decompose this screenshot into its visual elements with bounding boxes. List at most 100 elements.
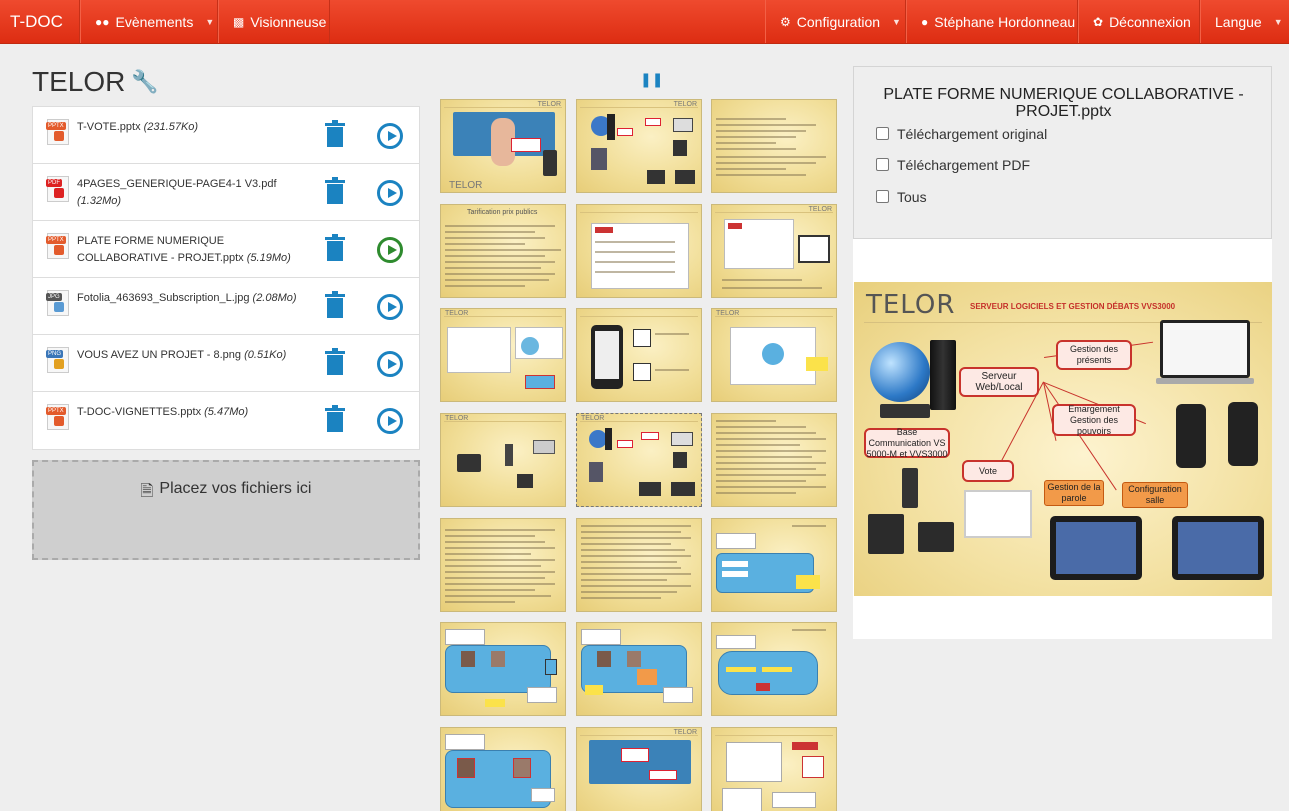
nav-user-label: Stéphane Hordonneau — [934, 13, 1076, 30]
file-dropzone[interactable]: 🗎 Placez vos fichiers ici — [32, 460, 420, 560]
slide-thumbnail[interactable]: TELOR TELOR — [440, 99, 566, 193]
phone-icon — [1176, 404, 1206, 468]
nav-logout-label: Déconnexion — [1109, 13, 1191, 30]
nav-config-dropdown[interactable]: ⚙ Configuration ▼ — [765, 0, 906, 43]
laptop-icon — [1160, 320, 1250, 378]
gestion-parole-label: Gestion de la parole — [1044, 480, 1104, 506]
nav-events-dropdown[interactable]: ●● Evènements ▼ — [80, 0, 218, 43]
page-title-text: TELOR — [32, 66, 126, 97]
play-icon[interactable] — [377, 294, 403, 320]
laptop-icon — [964, 490, 1032, 538]
thumb-logo: TELOR — [445, 310, 469, 317]
trash-icon[interactable] — [325, 291, 345, 318]
thumb-logo: TELOR — [673, 101, 697, 108]
slide-thumbnail[interactable]: TELOR — [576, 727, 702, 811]
tablet-screen — [1178, 522, 1258, 574]
download-all-checkbox[interactable] — [876, 190, 889, 203]
slide-thumbnail[interactable] — [711, 99, 837, 193]
file-row: PPTX T-DOC-VIGNETTES.pptx (5.47Mo) — [33, 392, 419, 449]
download-original-label[interactable]: Téléchargement original — [897, 126, 1047, 142]
thumb-logo: TELOR — [445, 415, 469, 422]
file-size: (2.08Mo) — [252, 292, 297, 304]
serveur-label: Serveur Web/Local — [959, 367, 1039, 397]
play-icon[interactable] — [377, 351, 403, 377]
slide-thumbnail[interactable] — [711, 413, 837, 507]
slide-thumbnail[interactable] — [576, 518, 702, 612]
file-type-tag: JPG — [46, 293, 62, 301]
globe-icon — [870, 342, 930, 402]
wrench-icon[interactable]: 🔧 — [131, 69, 158, 95]
thumb-logo: TELOR — [581, 415, 605, 422]
file-size: (0.51Ko) — [244, 349, 287, 361]
nav-viewer[interactable]: ▩ Visionneuse — [218, 0, 330, 43]
base-communication-label: Base Communication VS 5000-M et VVS3000 — [864, 427, 950, 459]
download-pdf-checkbox[interactable] — [876, 158, 889, 171]
pdf-file-icon: PDF — [46, 176, 69, 202]
slide-thumbnail[interactable] — [440, 518, 566, 612]
file-row: PNG VOUS AVEZ UN PROJET - 8.png (0.51Ko) — [33, 335, 419, 392]
slide-thumbnail[interactable] — [440, 727, 566, 811]
slide-thumbnail[interactable]: TELOR — [576, 99, 702, 193]
chevron-down-icon: ▼ — [1273, 16, 1283, 27]
configuration-salle-label: Configuration salle — [1122, 482, 1188, 508]
trash-icon[interactable] — [325, 234, 345, 261]
nav-right-group: ⚙ Configuration ▼ ● Stéphane Hordonneau … — [765, 0, 1289, 43]
phone-icon — [1228, 402, 1258, 466]
gestion-presents-label: Gestion des présents — [1056, 340, 1132, 370]
slide-thumbnail[interactable]: TELOR — [440, 308, 566, 402]
file-type-tag: PPTX — [46, 407, 66, 415]
play-icon[interactable] — [377, 408, 403, 434]
chevron-down-icon: ▼ — [892, 16, 901, 27]
file-type-mark — [54, 416, 64, 426]
upload-file-icon: 🗎 — [140, 483, 154, 500]
thumb-logo: TELOR — [808, 206, 832, 213]
gear-icon: ⚙ — [780, 14, 791, 29]
play-icon-active[interactable] — [377, 237, 403, 263]
slide-thumbnail[interactable] — [711, 518, 837, 612]
brand-logo[interactable]: T-DOC — [0, 0, 80, 43]
file-row: PPTX PLATE FORME NUMERIQUE COLLABORATIVE… — [33, 221, 419, 278]
slide-thumbnail[interactable]: TELOR — [711, 204, 837, 298]
nav-language-dropdown[interactable]: Langue ▼ — [1200, 0, 1289, 43]
nav-events-label: Evènements — [115, 13, 194, 30]
slide-thumbnail[interactable]: Tarification prix publics — [440, 204, 566, 298]
file-type-tag: PPTX — [46, 122, 66, 130]
download-all-label[interactable]: Tous — [897, 189, 927, 205]
slide-preview: TELOR SERVEUR LOGICIELS ET GESTION DÉBAT… — [853, 239, 1272, 639]
file-name: PLATE FORME NUMERIQUE COLLABORATIVE - PR… — [77, 233, 307, 267]
slide-thumbnail[interactable] — [711, 727, 837, 811]
file-name: T-DOC-VIGNETTES.pptx (5.47Mo) — [77, 404, 307, 421]
download-pdf-label[interactable]: Téléchargement PDF — [897, 157, 1030, 173]
trash-icon[interactable] — [325, 348, 345, 375]
slide-thumbnail[interactable]: TELOR — [711, 308, 837, 402]
download-original-checkbox[interactable] — [876, 127, 889, 140]
slide-thumbnail[interactable] — [576, 622, 702, 716]
slide-thumbnail[interactable] — [711, 622, 837, 716]
thumb-logo: TELOR — [537, 101, 561, 108]
slide-thumbnail[interactable] — [440, 622, 566, 716]
trash-icon[interactable] — [325, 120, 345, 147]
thumb-title: Tarification prix publics — [467, 209, 538, 216]
telor-logo: TELOR — [866, 290, 956, 320]
file-name-text: T-VOTE.pptx — [77, 121, 141, 133]
slide-thumbnail[interactable]: TELOR — [440, 413, 566, 507]
dropzone-label: Placez vos fichiers ici — [159, 480, 312, 497]
nav-user[interactable]: ● Stéphane Hordonneau — [906, 0, 1078, 43]
page-title: TELOR 🔧 — [32, 66, 159, 98]
file-type-mark — [54, 245, 64, 255]
trash-icon[interactable] — [325, 177, 345, 204]
file-list: PPTX T-VOTE.pptx (231.57Ko) PDF 4PAGES_G… — [32, 106, 420, 450]
play-icon[interactable] — [377, 180, 403, 206]
pause-icon[interactable]: ❚❚ — [640, 71, 663, 88]
laptop-base-icon — [1156, 378, 1254, 384]
nav-logout[interactable]: ✿ Déconnexion — [1078, 0, 1200, 43]
play-icon[interactable] — [377, 123, 403, 149]
trash-icon[interactable] — [325, 405, 345, 432]
jpg-file-icon: JPG — [46, 290, 69, 316]
slide-thumbnail[interactable] — [576, 308, 702, 402]
file-size: (5.19Mo) — [246, 252, 291, 264]
file-name-text: Fotolia_463693_Subscription_L.jpg — [77, 292, 250, 304]
slide-thumbnail[interactable] — [576, 204, 702, 298]
file-type-mark — [54, 359, 64, 369]
slide-thumbnail-selected[interactable]: TELOR — [576, 413, 702, 507]
